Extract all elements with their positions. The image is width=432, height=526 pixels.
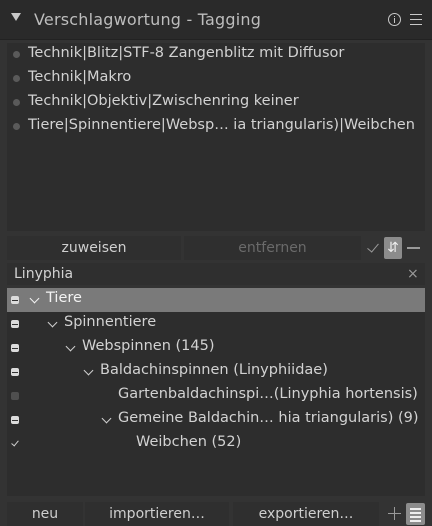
info-icon[interactable] — [388, 13, 401, 26]
tree-label: Weibchen (52) — [136, 434, 242, 450]
check-icon[interactable] — [366, 236, 380, 260]
tree-label: Gartenbaldachinspi…(Linyphia hortensis) — [118, 386, 418, 402]
tree-row[interactable]: Baldachinspinnen (Linyphiidae) — [7, 360, 425, 384]
import-button[interactable]: importieren… — [85, 502, 229, 526]
list-view-icon[interactable] — [406, 503, 425, 525]
tag-dot-icon — [13, 99, 20, 106]
tree-label: Webspinnen (145) — [82, 338, 215, 354]
export-button[interactable]: exportieren… — [233, 502, 379, 526]
tree-label: Tiere — [46, 290, 82, 306]
clear-icon[interactable]: × — [407, 266, 419, 282]
tag-dot-icon — [13, 75, 20, 82]
partial-state-icon — [11, 296, 19, 304]
tree-row[interactable]: Gemeine Baldachin… hia triangularis) (9) — [7, 408, 425, 432]
menu-icon[interactable] — [410, 14, 422, 25]
tag-dot-icon — [13, 123, 20, 130]
search-input[interactable] — [7, 263, 397, 285]
attached-tag-label: Technik|Blitz|STF-8 Zangenblitz mit Diff… — [28, 45, 345, 61]
new-tag-button[interactable]: neu — [7, 502, 83, 526]
partial-state-icon — [11, 368, 19, 376]
tag-dictionary-tree[interactable]: Tiere Spinnentiere Webspinnen (145) Bald… — [7, 288, 425, 496]
tree-row[interactable]: Tiere — [7, 288, 425, 312]
plus-icon[interactable] — [388, 507, 401, 520]
chevron-down-icon[interactable] — [29, 293, 40, 304]
check-icon — [11, 440, 19, 448]
module-header[interactable]: Verschlagwortung - Tagging — [0, 0, 432, 40]
tree-label: Baldachinspinnen (Linyphiidae) — [100, 362, 328, 378]
attached-tag-label: Technik|Makro — [28, 69, 132, 85]
chevron-down-icon[interactable] — [47, 317, 58, 328]
dictionary-toolbar: neu importieren… exportieren… — [7, 502, 425, 526]
tree-row[interactable]: Spinnentiere — [7, 312, 425, 336]
sort-icon[interactable]: ⇵ — [384, 237, 402, 259]
module-title: Verschlagwortung - Tagging — [34, 10, 262, 29]
attached-tag-label: Tiere|Spinnentiere|Websp… ia triangulari… — [28, 117, 415, 133]
attached-tag-label: Technik|Objektiv|Zwischenring keiner — [28, 93, 299, 109]
chevron-down-icon[interactable] — [101, 413, 112, 424]
attached-tag-item[interactable]: Technik|Objektiv|Zwischenring keiner — [7, 91, 425, 115]
attached-tags-list[interactable]: Technik|Blitz|STF-8 Zangenblitz mit Diff… — [7, 43, 425, 231]
tree-row[interactable]: Gartenbaldachinspi…(Linyphia hortensis) — [7, 384, 425, 408]
tag-dot-icon — [13, 51, 20, 58]
chevron-down-icon[interactable] — [83, 365, 94, 376]
partial-state-icon — [11, 344, 19, 352]
tree-row[interactable]: Webspinnen (145) — [7, 336, 425, 360]
detach-button[interactable]: entfernen — [184, 236, 361, 260]
partial-state-icon — [11, 416, 19, 424]
tree-row[interactable]: Weibchen (52) — [7, 432, 425, 456]
collapse-arrow-icon[interactable] — [11, 13, 21, 21]
minus-icon[interactable] — [407, 247, 420, 249]
chevron-down-icon[interactable] — [65, 341, 76, 352]
attach-button[interactable]: zuweisen — [7, 236, 181, 260]
attached-tag-item[interactable]: Tiere|Spinnentiere|Websp… ia triangulari… — [7, 115, 425, 139]
partial-state-icon — [11, 320, 19, 328]
attached-tag-item[interactable]: Technik|Makro — [7, 67, 425, 91]
unset-state-icon — [11, 392, 19, 400]
tag-toolbar: zuweisen entfernen ⇵ — [7, 236, 425, 260]
tag-search-box: × — [7, 263, 425, 285]
attached-tag-item[interactable]: Technik|Blitz|STF-8 Zangenblitz mit Diff… — [7, 43, 425, 67]
tree-label: Gemeine Baldachin… hia triangularis) (9) — [118, 410, 419, 426]
tree-label: Spinnentiere — [64, 314, 157, 330]
